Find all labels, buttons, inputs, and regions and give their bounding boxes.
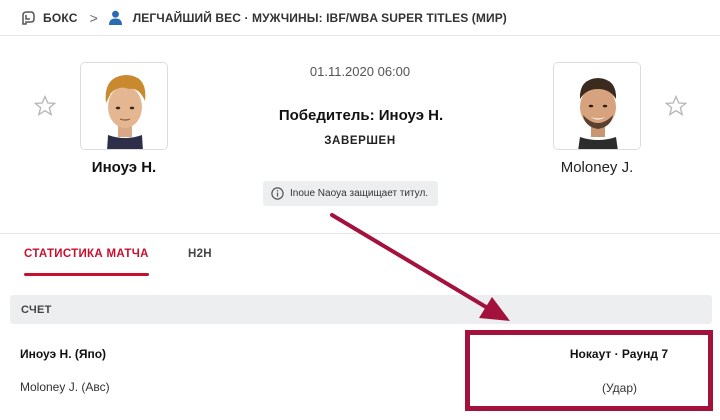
score-row-away-name[interactable]: Moloney J. (Авс)	[20, 380, 110, 394]
info-text: Inoue Naoya защищает титул.	[290, 188, 429, 199]
info-circle-icon	[271, 187, 284, 200]
result-method: (Удар)	[601, 381, 637, 395]
fighter-name-away[interactable]: Moloney J.	[517, 159, 677, 176]
score-section-header: СЧЕТ	[10, 295, 712, 324]
tab-bar: СТАТИСТИКА МАТЧА H2H	[0, 234, 720, 278]
fighter-photo-home[interactable]	[80, 62, 168, 150]
favorite-star-icon-away[interactable]	[664, 94, 688, 117]
info-badge: Inoue Naoya защищает титул.	[263, 181, 439, 206]
score-row-home-name[interactable]: Иноуэ Н. (Япо)	[20, 347, 106, 361]
result-text: Нокаут · Раунд 7	[569, 347, 668, 361]
tab-h2h[interactable]: H2H	[188, 248, 212, 260]
person-icon	[108, 10, 123, 25]
match-date: 01.11.2020 06:00	[309, 64, 411, 79]
fighter-name-home[interactable]: Иноуэ Н.	[44, 159, 204, 176]
breadcrumb-separator: >	[89, 9, 98, 26]
favorite-star-icon-home[interactable]	[33, 94, 57, 117]
match-status: ЗАВЕРШЕН	[324, 135, 396, 147]
result-highlight-box: Нокаут · Раунд 7 (Удар)	[465, 330, 713, 411]
breadcrumb-sport-link[interactable]: БОКС	[43, 11, 78, 25]
fighter-photo-away[interactable]	[553, 62, 641, 150]
breadcrumb-league-link[interactable]: ЛЕГЧАЙШИЙ ВЕС · МУЖЧИНЫ: IBF/WBA SUPER T…	[133, 11, 507, 25]
tab-match-statistics[interactable]: СТАТИСТИКА МАТЧА	[24, 248, 149, 276]
winner-label: Победитель: Иноуэ Н.	[278, 107, 444, 124]
match-header: Иноуэ Н. 01.11.2020 06:00 Победитель: Ин…	[0, 36, 720, 234]
breadcrumb: БОКС > ЛЕГЧАЙШИЙ ВЕС · МУЖЧИНЫ: IBF/WBA …	[0, 0, 720, 36]
boxing-glove-icon[interactable]	[20, 10, 36, 26]
